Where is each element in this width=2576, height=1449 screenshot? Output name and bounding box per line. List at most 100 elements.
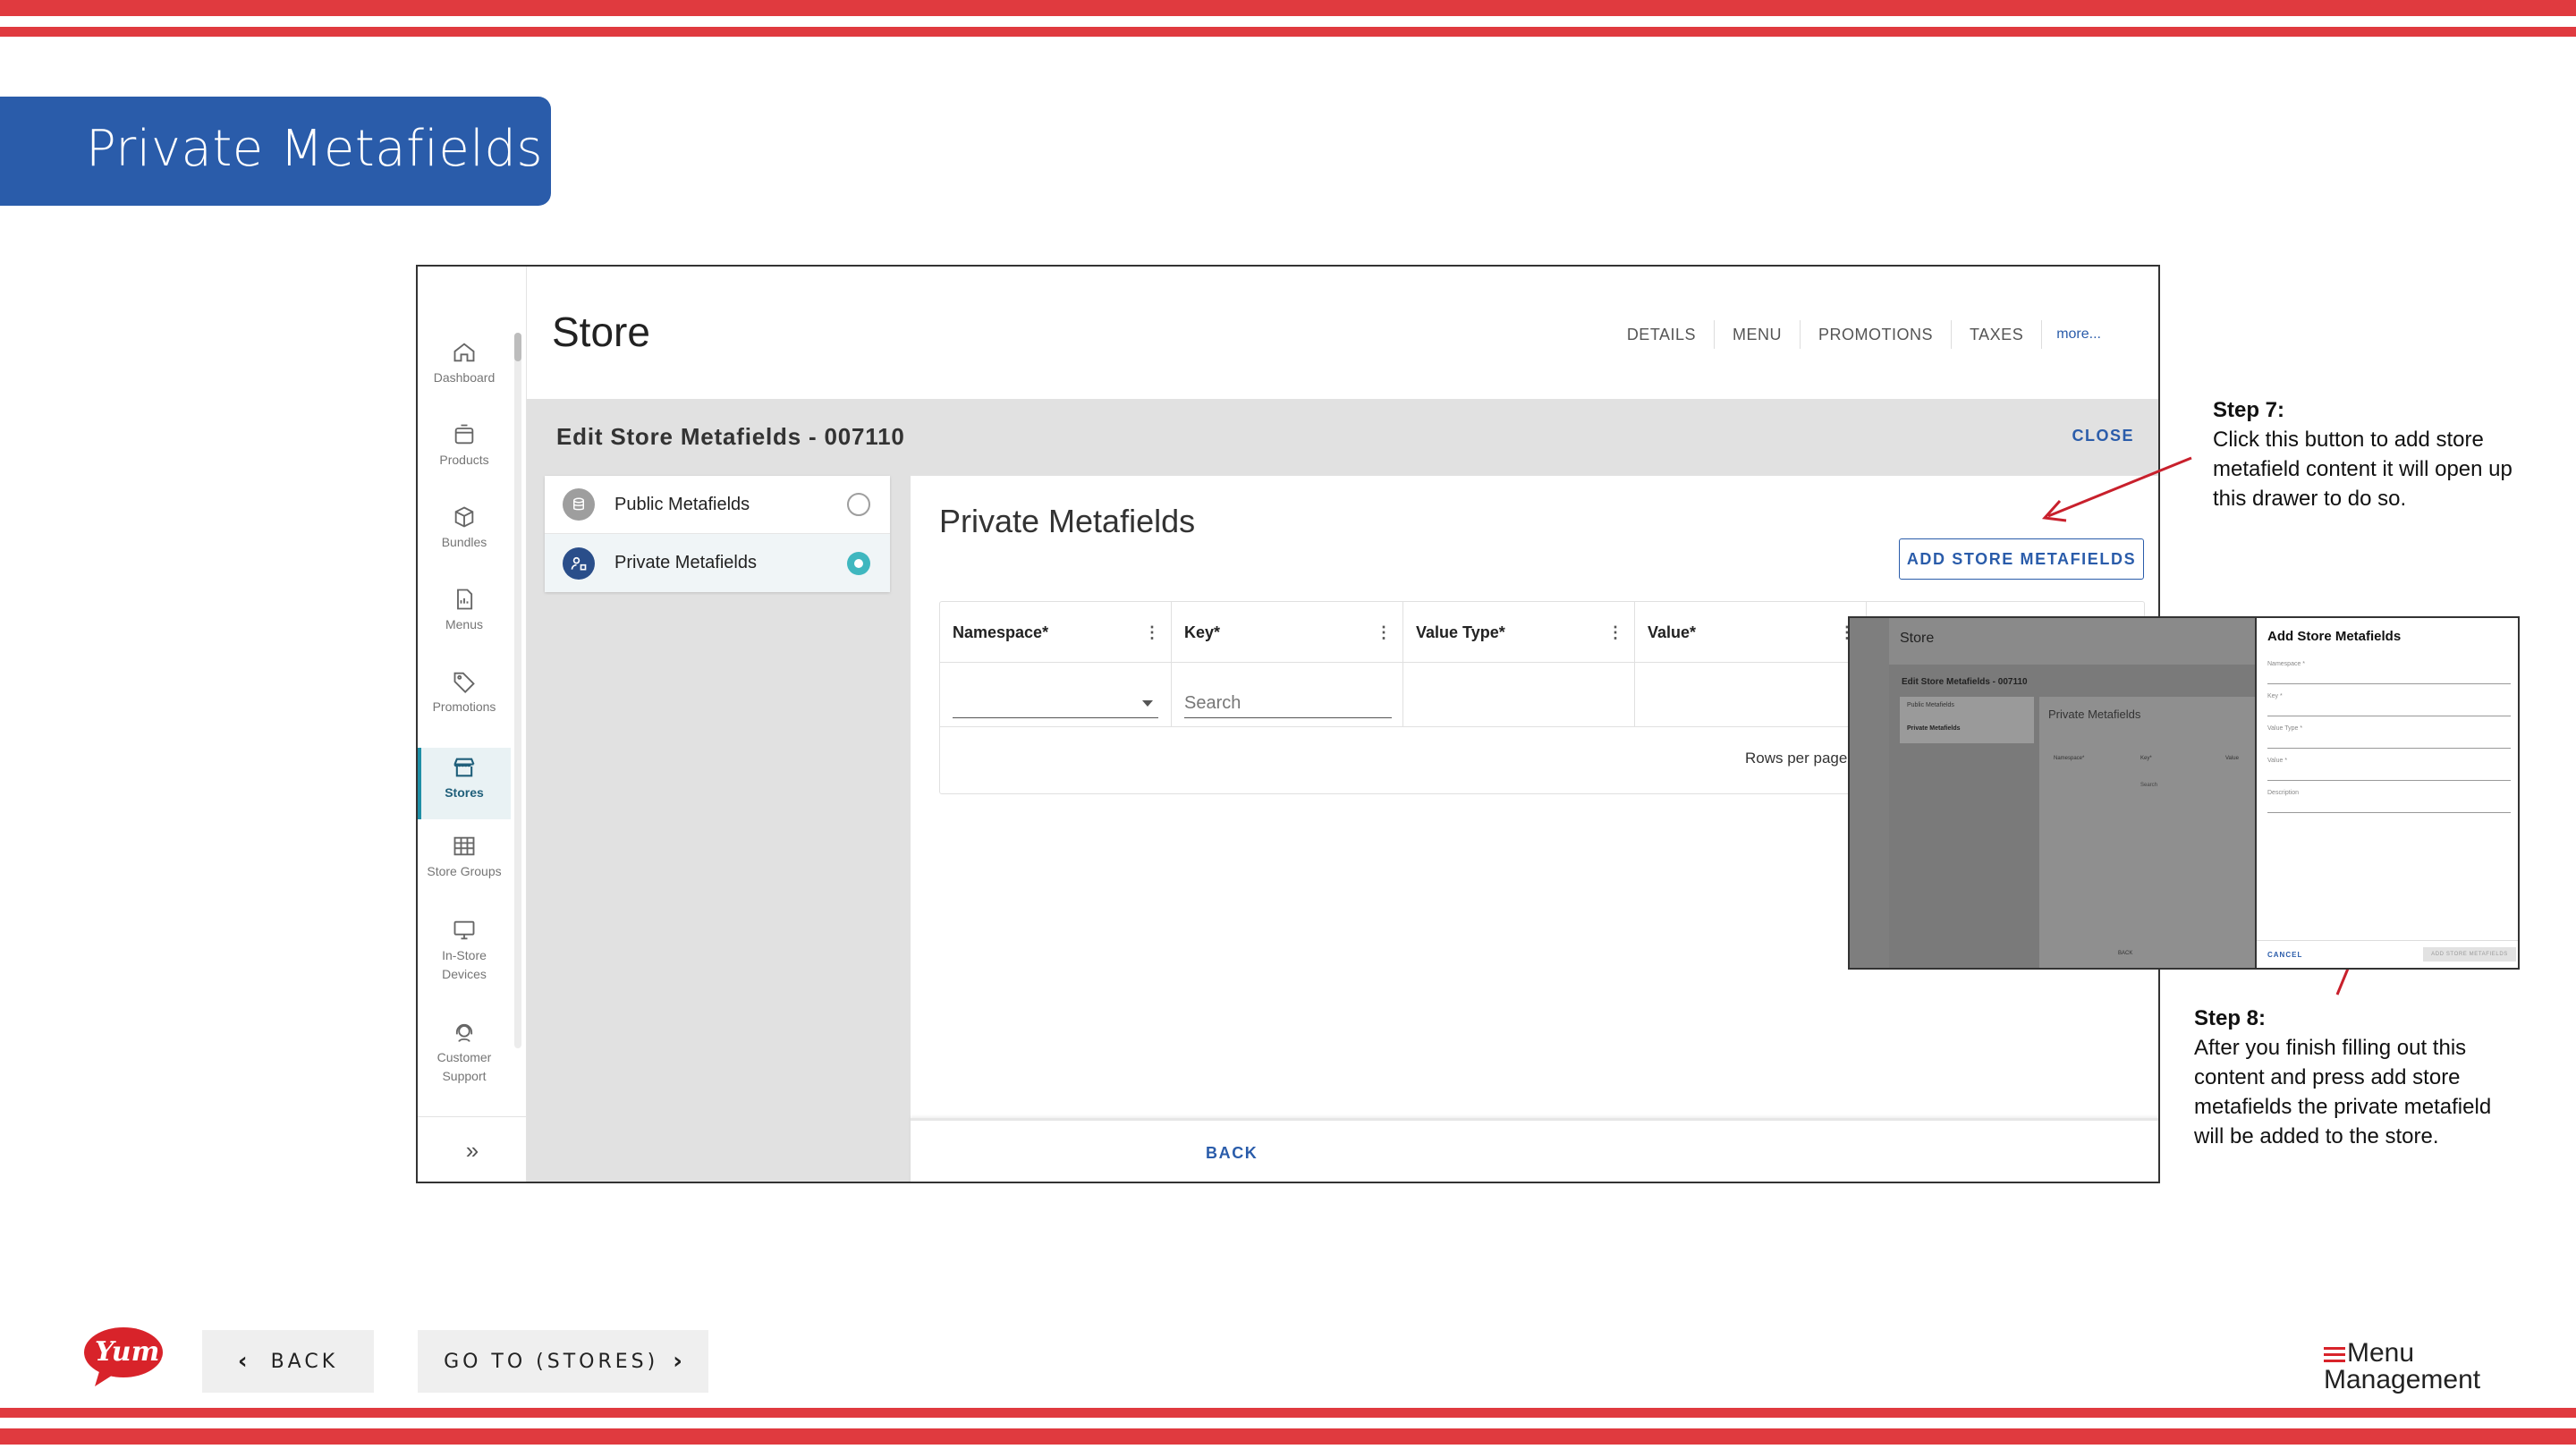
- key-search-input[interactable]: Search: [1184, 688, 1392, 718]
- inset-panel-heading: Private Metafields: [2048, 708, 2141, 721]
- monitor-icon: [453, 920, 475, 940]
- value-type-filter-cell: [1403, 663, 1635, 727]
- menu-management-logo: Menu Management: [2324, 1340, 2480, 1394]
- tab-more-link[interactable]: more...: [2042, 326, 2101, 343]
- inset-store-title: Store: [1900, 631, 1935, 646]
- inset-col-key: Key*: [2140, 756, 2152, 761]
- inset-col-value: Value: [2225, 756, 2239, 761]
- step8-line-4: will be added to the store.: [2194, 1124, 2439, 1148]
- sidebar-item-menus[interactable]: Menus: [418, 587, 511, 658]
- box-icon: [454, 424, 474, 445]
- tab-taxes[interactable]: TAXES: [1952, 320, 2043, 349]
- inset-col-namespace: Namespace*: [2054, 756, 2085, 761]
- bottom-stripe-thin: [0, 1408, 2576, 1418]
- panel-footer: BACK: [911, 1118, 2158, 1182]
- step7-annotation: Step 7: Click this button to add store m…: [2213, 395, 2512, 513]
- sidebar-item-promotions[interactable]: Promotions: [418, 669, 511, 741]
- column-menu-icon[interactable]: ⋮: [1144, 602, 1160, 663]
- rows-per-page-label: Rows per page:: [1745, 750, 1852, 767]
- tab-menu[interactable]: MENU: [1715, 320, 1801, 349]
- metafield-type-list: Public Metafields Private Metafields: [545, 476, 890, 592]
- storefront-icon: [453, 758, 475, 777]
- public-metafields-label: Public Metafields: [614, 494, 750, 514]
- sidebar-item-stores[interactable]: Stores: [418, 748, 511, 819]
- inset-list-public: Public Metafields: [1907, 702, 1954, 708]
- user-lock-icon: [563, 547, 595, 580]
- sidebar-scrollbar[interactable]: [514, 333, 521, 1048]
- home-icon: [453, 343, 475, 362]
- drawer-preview-screenshot: Store Edit Store Metafields - 007110 Pub…: [1848, 616, 2520, 970]
- drawer-field-description[interactable]: Description: [2267, 790, 2511, 813]
- edit-metafields-title: Edit Store Metafields - 007110: [556, 423, 905, 450]
- step7-line-2: metafield content it will open up: [2213, 457, 2512, 481]
- tag-icon: [453, 672, 475, 693]
- sidebar-item-customer-support[interactable]: Customer Support: [418, 1020, 511, 1100]
- menu-logo-line1: Menu: [2347, 1338, 2415, 1368]
- caret-down-icon: [1142, 700, 1153, 707]
- sidebar-item-store-groups[interactable]: Store Groups: [418, 834, 511, 905]
- drawer-add-button[interactable]: ADD STORE METAFIELDS: [2423, 947, 2516, 962]
- column-header-value[interactable]: Value* ⋮: [1635, 602, 1867, 663]
- double-chevron-right-icon: »: [465, 1137, 479, 1164]
- drawer-field-value[interactable]: Value *: [2267, 758, 2511, 781]
- namespace-filter-select[interactable]: [953, 688, 1158, 718]
- step8-heading: Step 8:: [2194, 1006, 2267, 1030]
- step7-line-3: this drawer to do so.: [2213, 487, 2407, 511]
- slide-title-banner: Private Metafields: [0, 97, 551, 206]
- sidebar-item-dashboard[interactable]: Dashboard: [418, 340, 511, 411]
- key-filter-cell: Search: [1172, 663, 1403, 727]
- sidebar: Dashboard Products Bundles Menus Promoti…: [418, 267, 527, 1182]
- footer-back-button[interactable]: ‹ BACK: [202, 1330, 374, 1393]
- column-menu-icon[interactable]: ⋮: [1376, 602, 1392, 663]
- database-icon: [563, 488, 595, 521]
- step8-line-2: content and press add store: [2194, 1065, 2461, 1089]
- step7-line-1: Click this button to add store: [2213, 428, 2484, 452]
- page-title: Store: [552, 309, 650, 355]
- drawer-title: Add Store Metafields: [2267, 629, 2402, 644]
- panel-back-button[interactable]: BACK: [1206, 1144, 1258, 1163]
- column-header-namespace[interactable]: Namespace* ⋮: [940, 602, 1172, 663]
- drawer-field-key[interactable]: Key *: [2267, 693, 2511, 716]
- column-menu-icon[interactable]: ⋮: [1607, 602, 1623, 663]
- step8-line-1: After you finish filling out this: [2194, 1036, 2467, 1060]
- inset-dimmed-app: Store Edit Store Metafields - 007110 Pub…: [1850, 618, 2255, 968]
- add-store-metafields-button[interactable]: ADD STORE METAFIELDS: [1899, 538, 2144, 580]
- drawer-cancel-button[interactable]: CANCEL: [2267, 951, 2302, 959]
- yum-logo: Yum!: [82, 1324, 172, 1393]
- drawer-field-value-type[interactable]: Value Type *: [2267, 725, 2511, 749]
- chevron-right-icon: ›: [673, 1348, 682, 1375]
- column-header-value-type[interactable]: Value Type* ⋮: [1403, 602, 1635, 663]
- document-icon: [457, 589, 473, 610]
- public-metafields-radio[interactable]: [847, 493, 870, 516]
- add-store-metafields-drawer: Add Store Metafields Namespace * Key * V…: [2255, 618, 2518, 968]
- sidebar-item-in-store-devices[interactable]: In-Store Devices: [418, 918, 511, 998]
- grid-icon: [453, 836, 475, 856]
- step8-annotation: Step 8: After you finish filling out thi…: [2194, 1004, 2491, 1151]
- column-header-key[interactable]: Key* ⋮: [1172, 602, 1403, 663]
- private-metafields-label: Private Metafields: [614, 553, 757, 572]
- close-button[interactable]: CLOSE: [2072, 427, 2134, 445]
- headset-icon: [455, 1023, 473, 1043]
- slide-title: Private Metafields: [86, 120, 544, 178]
- sidebar-expand-button[interactable]: »: [418, 1116, 527, 1182]
- sidebar-item-bundles[interactable]: Bundles: [418, 504, 511, 576]
- cube-icon: [454, 506, 474, 528]
- chevron-left-icon: ‹: [237, 1348, 248, 1375]
- sidebar-item-products[interactable]: Products: [418, 422, 511, 494]
- yum-logo-text: Yum!: [95, 1336, 172, 1368]
- panel-heading: Private Metafields: [939, 503, 1196, 539]
- step7-heading: Step 7:: [2213, 398, 2285, 422]
- top-stripe-thin: [0, 27, 2576, 37]
- value-filter-cell: [1635, 663, 1867, 727]
- drawer-field-namespace[interactable]: Namespace *: [2267, 661, 2511, 684]
- namespace-filter-cell: [940, 663, 1172, 727]
- tab-details[interactable]: DETAILS: [1609, 320, 1715, 349]
- list-item-private-metafields[interactable]: Private Metafields: [545, 534, 890, 592]
- inset-edit-title: Edit Store Metafields - 007110: [1902, 677, 2028, 687]
- menu-bars-icon: [2324, 1347, 2345, 1366]
- footer-next-button[interactable]: GO TO (STORES) ›: [418, 1330, 708, 1393]
- tab-promotions[interactable]: PROMOTIONS: [1801, 320, 1953, 349]
- list-item-public-metafields[interactable]: Public Metafields: [545, 476, 890, 534]
- private-metafields-radio[interactable]: [847, 551, 870, 575]
- bottom-stripe-thick: [0, 1428, 2576, 1445]
